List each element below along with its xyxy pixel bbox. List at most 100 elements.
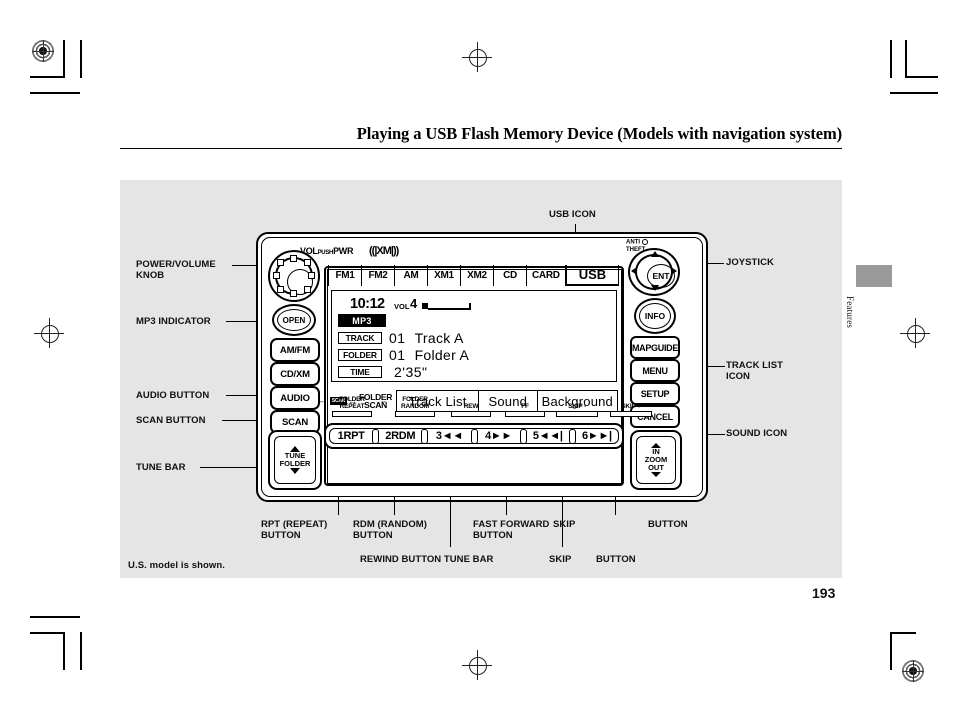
callout-rewind-button-tune-bar: REWIND BUTTON TUNE BAR [360, 554, 494, 565]
setup-button[interactable]: SETUP [630, 382, 680, 405]
zoom-out-arrow-icon[interactable] [651, 472, 661, 477]
knob-tick-sw [277, 286, 284, 293]
cd-xm-button-label: CD/XM [280, 368, 310, 380]
audio-button[interactable]: AUDIO [270, 386, 320, 410]
crosshair-top-center [462, 42, 492, 72]
power-volume-knob[interactable] [268, 250, 320, 302]
tab-usb[interactable]: USB [565, 265, 620, 286]
preset-2-label: 2RDM [385, 430, 416, 442]
menu-button[interactable]: MENU [630, 359, 680, 382]
joystick-up-arrow-icon[interactable] [651, 251, 659, 257]
zoom-out-label: OUT [648, 463, 664, 472]
anti-theft-line1: ANTI [626, 239, 640, 246]
tab-xm2[interactable]: XM2 [461, 265, 494, 286]
track-row: TRACK 01 Track A [338, 330, 464, 346]
crop-mark-tr-v [890, 40, 892, 78]
tab-xm1[interactable]: XM1 [428, 265, 461, 286]
title-divider [120, 148, 842, 150]
tab-cd-label: CD [503, 270, 517, 281]
tab-fm2[interactable]: FM2 [362, 265, 395, 286]
us-model-note: U.S. model is shown. [128, 560, 226, 571]
hint-ff: FF [502, 403, 548, 417]
tab-am[interactable]: AM [395, 265, 428, 286]
hint-skip-minus-label: SKIP - [568, 403, 586, 410]
folder-label: FOLDER [279, 459, 311, 468]
source-tab-bar: FM1 FM2 AM XM1 XM2 CD CARD USB [328, 265, 620, 286]
radio-head-unit: VOLPUSHPWR ((|XM|)) ANTI THEFT OPEN AM/F… [256, 232, 708, 502]
crop-mark-tl-h2 [30, 92, 80, 94]
hint-folder-repeat-label: FOLDER REPEAT [339, 396, 365, 410]
knob-tick-nw [277, 259, 284, 266]
tab-card[interactable]: CARD [527, 265, 566, 286]
crosshair-bottom-center [462, 650, 492, 680]
leader-tune-bar [200, 467, 262, 469]
joystick-left-arrow-icon[interactable] [631, 267, 637, 275]
tune-folder-label: TUNE FOLDER [280, 452, 311, 468]
map-guide-button[interactable]: MAPGUIDE [630, 336, 680, 359]
map-guide-button-label: MAPGUIDE [631, 342, 679, 353]
setup-button-label: SETUP [640, 388, 670, 399]
preset-4-fast-forward[interactable]: 4►► [478, 429, 520, 443]
xm-logo: ((|XM|)) [369, 245, 399, 257]
tab-usb-label: USB [578, 267, 607, 282]
crop-mark-tr-h2 [890, 92, 938, 94]
callout-rpt-button: RPT (REPEAT) BUTTON [261, 519, 328, 541]
am-fm-button[interactable]: AM/FM [270, 338, 320, 362]
crop-mark-tl-v2 [80, 40, 82, 78]
crop-mark-br-v [890, 632, 892, 670]
preset-button-bar: 1RPT 2RDM 3◄◄ 4►► 5◄◄| 6►►| [324, 423, 624, 449]
preset-3-rewind[interactable]: 3◄◄ [428, 429, 470, 443]
leader-rpt-button [338, 497, 340, 515]
tab-fm1[interactable]: FM1 [328, 265, 362, 286]
hint-folder-random-arrow-icon: ↔ [380, 398, 387, 405]
leader-rewind-button [450, 497, 452, 547]
crop-mark-br-h [890, 632, 916, 634]
leader-fast-forward-button [506, 497, 508, 515]
callout-skip-bottom: SKIP [549, 554, 572, 565]
crop-mark-tr-h [905, 76, 938, 78]
preset-hint-row: ↔ FOLDER REPEAT ↔ FOLDER RANDOM REW FF SKI… [318, 396, 652, 418]
preset-5-skip-back[interactable]: 5◄◄| [527, 429, 569, 443]
preset-divider-2 [421, 428, 429, 444]
info-button[interactable]: INFO [634, 298, 676, 334]
hint-skip-minus: SKIP - [554, 403, 600, 417]
tab-fm2-label: FM2 [368, 270, 388, 281]
knob-tick-e [308, 272, 315, 279]
crop-mark-tr-v2 [905, 40, 907, 78]
joystick-ent[interactable]: ENT [628, 248, 680, 296]
knob-ring [273, 255, 315, 297]
preset-button-bar-inner: 1RPT 2RDM 3◄◄ 4►► 5◄◄| 6►►| [329, 428, 619, 444]
knob-tick-w [273, 272, 280, 279]
zoom-in-out-bar[interactable]: IN ZOOM OUT [630, 430, 682, 490]
preset-1-rpt[interactable]: 1RPT [330, 429, 372, 443]
preset-2-rdm[interactable]: 2RDM [379, 429, 421, 443]
hint-skip-plus-label: SKIP + [621, 403, 641, 410]
pwr-label: PWR [333, 246, 354, 256]
tab-fm1-label: FM1 [335, 270, 355, 281]
folder-number: 01 [389, 347, 406, 363]
info-button-ring [639, 303, 671, 329]
tab-cd[interactable]: CD [494, 265, 527, 286]
knob-tick-n [290, 255, 297, 262]
tab-xm1-label: XM1 [434, 270, 454, 281]
joystick-down-arrow-icon[interactable] [651, 285, 659, 291]
ent-button-label: ENT [652, 271, 670, 281]
tune-folder-bar-inner: TUNE FOLDER [274, 436, 316, 484]
preset-6-skip-forward[interactable]: 6►►| [576, 429, 618, 443]
preset-divider-4 [519, 428, 527, 444]
side-tab-label: Features [845, 296, 855, 329]
callout-audio-button: AUDIO BUTTON [136, 390, 210, 401]
hint-folder-repeat: ↔ FOLDER REPEAT [318, 396, 378, 417]
hint-skip-plus: SKIP + [608, 403, 654, 417]
time-tag: TIME [338, 366, 382, 378]
tune-folder-bar[interactable]: TUNE FOLDER [268, 430, 322, 490]
leader-skip-top [615, 497, 617, 515]
cd-xm-button[interactable]: CD/XM [270, 362, 320, 386]
elapsed-time: 2'35" [394, 364, 428, 380]
joystick-right-arrow-icon[interactable] [671, 267, 677, 275]
scan-button-label: SCAN [281, 416, 309, 428]
page-number: 193 [812, 585, 836, 601]
open-button[interactable]: OPEN [272, 304, 316, 336]
tune-down-arrow-icon[interactable] [290, 468, 300, 474]
knob-tick-ne [304, 259, 311, 266]
